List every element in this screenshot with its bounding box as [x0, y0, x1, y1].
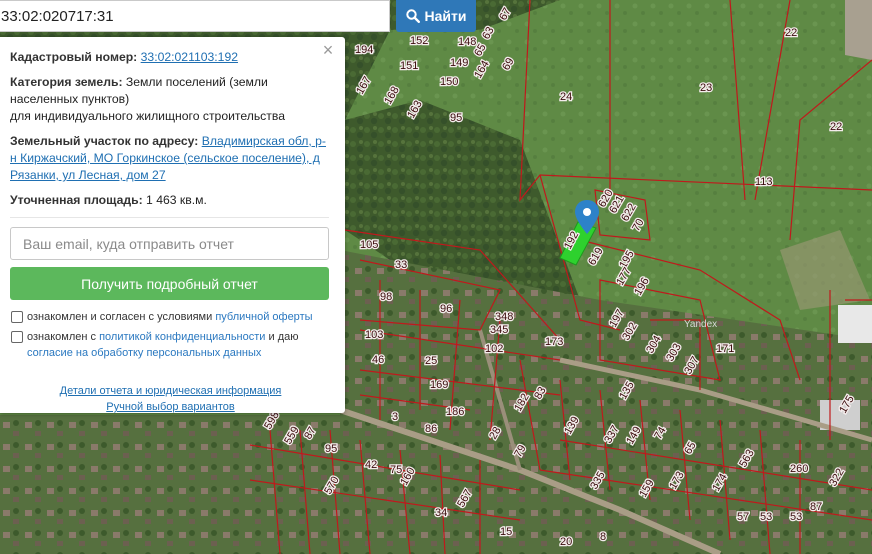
- plot-number-label: 194: [355, 44, 373, 56]
- plot-number-label: 22: [785, 27, 797, 39]
- address-label: Земельный участок по адресу:: [10, 134, 199, 148]
- plot-number-label: 103: [365, 329, 383, 341]
- plot-number-label: 149: [450, 57, 468, 69]
- privacy-consent-prefix: ознакомлен с: [27, 331, 97, 343]
- report-details-link[interactable]: Детали отчета и юридическая информация: [60, 385, 282, 397]
- plot-number-label: 20: [560, 536, 572, 548]
- privacy-consent-row: ознакомлен с политикой конфиденциальност…: [10, 329, 331, 361]
- land-category-row: Категория земель: Земли поселений (земли…: [10, 74, 331, 125]
- offer-consent-text: ознакомлен и согласен с условиями публич…: [27, 309, 313, 325]
- plot-number-label: 95: [325, 443, 337, 455]
- building: [838, 305, 872, 343]
- area-row: Уточненная площадь: 1 463 кв.м.: [10, 192, 331, 209]
- plot-number-label: 150: [440, 76, 458, 88]
- clearing: [845, 0, 872, 60]
- plot-number-label: 102: [485, 343, 503, 355]
- plot-number-label: 348: [495, 311, 513, 323]
- map-watermark: Yandex: [684, 319, 717, 330]
- plot-number-label: 75: [390, 464, 402, 476]
- plot-number-label: 8: [600, 531, 606, 543]
- privacy-consent-checkbox[interactable]: [11, 331, 23, 343]
- privacy-policy-link[interactable]: политикой конфиденциальности: [99, 331, 265, 343]
- plot-number-label: 33: [395, 259, 407, 271]
- plot-number-label: 186: [446, 406, 464, 418]
- plot-number-label: 57: [737, 511, 749, 523]
- plot-number-label: 86: [425, 423, 437, 435]
- plot-number-label: 53: [760, 511, 772, 523]
- plot-number-label: 260: [790, 463, 808, 475]
- cadastral-number-link[interactable]: 33:02:021103:192: [141, 50, 238, 64]
- cadastral-number-label: Кадастровый номер:: [10, 50, 138, 64]
- privacy-consent-mid: и даю: [268, 331, 299, 343]
- search-icon: [405, 9, 420, 23]
- plot-number-label: 95: [450, 112, 462, 124]
- footer-links: Детали отчета и юридическая информация Р…: [10, 383, 331, 415]
- divider: [10, 217, 329, 218]
- plot-info-panel: × Кадастровый номер: 33:02:021103:192 Ка…: [0, 37, 345, 413]
- address-row: Земельный участок по адресу: Владимирска…: [10, 133, 331, 184]
- plot-number-label: 113: [755, 176, 773, 188]
- plot-number-label: 42: [365, 459, 377, 471]
- search-button-label: Найти: [424, 8, 467, 24]
- close-icon[interactable]: ×: [320, 41, 336, 59]
- plot-number-label: 96: [440, 303, 452, 315]
- plot-number-label: 46: [372, 354, 384, 366]
- area-value: 1 463 кв.м.: [146, 193, 207, 207]
- area-label: Уточненная площадь:: [10, 193, 143, 207]
- plot-number-label: 3: [392, 411, 398, 423]
- offer-consent-checkbox[interactable]: [11, 311, 23, 323]
- plot-number-label: 53: [790, 511, 802, 523]
- search-input[interactable]: 33:02:020717:31: [0, 0, 390, 32]
- plot-number-label: 148: [458, 36, 476, 48]
- plot-number-label: 98: [380, 291, 392, 303]
- plot-number-label: 105: [360, 239, 378, 251]
- offer-consent-prefix: ознакомлен и согласен с условиями: [27, 311, 213, 323]
- plot-number-label: 173: [545, 336, 563, 348]
- land-category-label: Категория земель:: [10, 75, 123, 89]
- plot-number-label: 34: [435, 507, 447, 519]
- search-button[interactable]: Найти: [396, 0, 476, 32]
- plot-number-label: 152: [410, 35, 428, 47]
- plot-number-label: 22: [830, 121, 842, 133]
- privacy-consent-text: ознакомлен с политикой конфиденциальност…: [27, 329, 299, 361]
- get-report-button[interactable]: Получить подробный отчет: [10, 267, 329, 300]
- plot-number-label: 24: [560, 91, 572, 103]
- personal-data-consent-link[interactable]: согласие на обработку персональных данны…: [27, 347, 261, 359]
- plot-number-label: 87: [810, 501, 822, 513]
- public-offer-link[interactable]: публичной оферты: [215, 311, 312, 323]
- plot-number-label: 345: [490, 324, 508, 336]
- cadastral-number-row: Кадастровый номер: 33:02:021103:192: [10, 49, 331, 66]
- plot-number-label: 151: [400, 60, 418, 72]
- land-use-value: для индивидуального жилищного строительс…: [10, 109, 285, 123]
- plot-number-label: 15: [500, 526, 512, 538]
- plot-number-label: 23: [700, 82, 712, 94]
- plot-number-label: 25: [425, 355, 437, 367]
- plot-number-label: 171: [716, 343, 734, 355]
- offer-consent-row: ознакомлен и согласен с условиями публич…: [10, 309, 331, 325]
- manual-selection-link[interactable]: Ручной выбор вариантов: [106, 401, 234, 413]
- email-field[interactable]: [10, 227, 329, 260]
- plot-number-label: 169: [430, 379, 448, 391]
